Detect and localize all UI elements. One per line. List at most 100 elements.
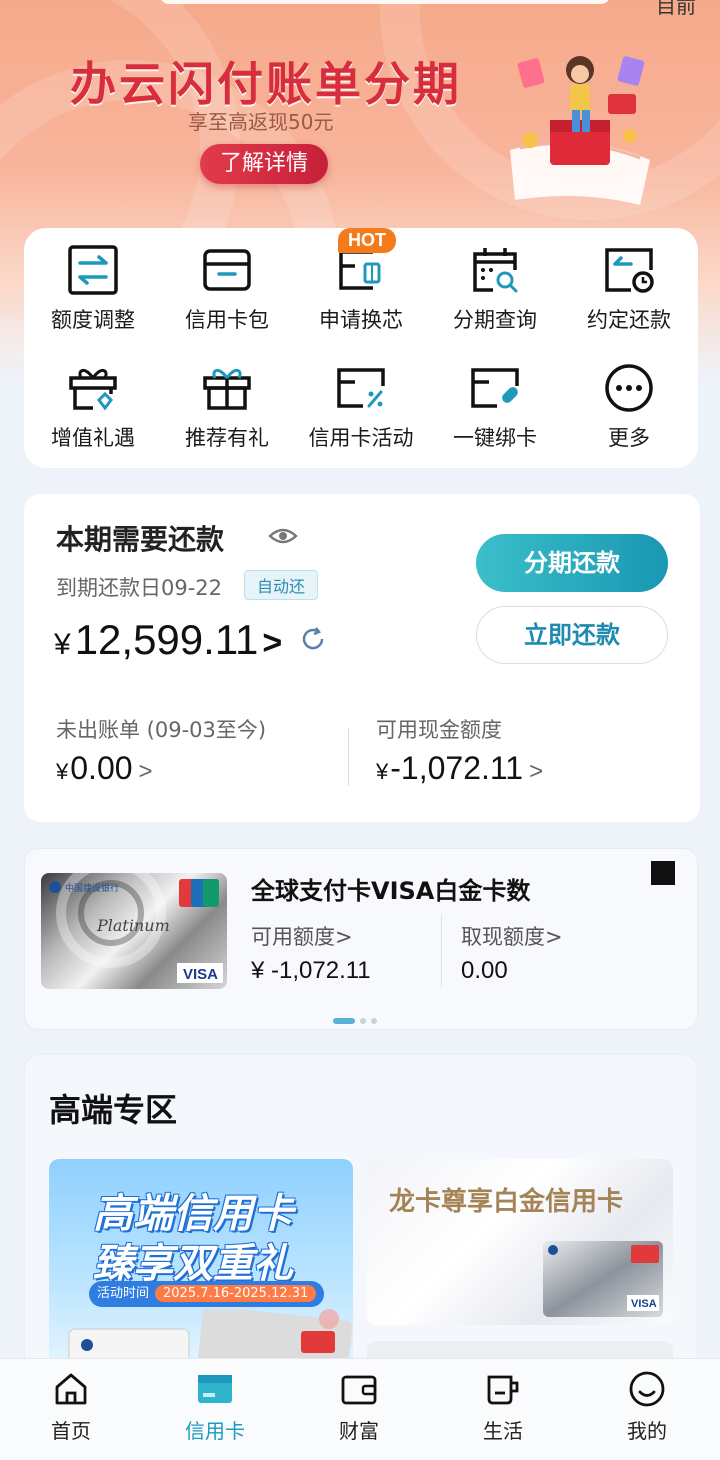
chevron-right-icon: > (138, 758, 153, 785)
tab-label: 首页 (51, 1419, 91, 1443)
dragon-card-image: VISA (543, 1241, 663, 1317)
chevron-right-icon: > (262, 624, 283, 662)
promo-date-value: 2025.7.16-2025.12.31 (155, 1285, 317, 1302)
eye-icon[interactable] (268, 526, 298, 546)
auto-repay-badge[interactable]: 自动还 (244, 570, 319, 600)
repayment-card: 本期需要还款 到期还款日09-22 自动还 ¥12,599.11 > 分期还款 立… (24, 494, 700, 822)
installment-repay-button[interactable]: 分期还款 (476, 534, 668, 592)
dragon-card-title: 龙卡尊享白金信用卡 (389, 1187, 624, 1217)
visa-logo: VISA (183, 966, 218, 983)
quick-label: 申请换芯 (319, 308, 403, 332)
tab-life[interactable]: 生活 (448, 1369, 558, 1444)
card-tier-text: Platinum (96, 916, 170, 935)
quick-scheduled-repay[interactable]: 约定还款 (562, 242, 696, 334)
quick-label: 约定还款 (587, 308, 671, 332)
repayment-title: 本期需要还款 (56, 523, 225, 556)
card-artwork: 中国建设银行 Platinum VISA (49, 873, 223, 983)
tab-credit-card[interactable]: 信用卡 (160, 1369, 270, 1444)
quick-label: 更多 (608, 426, 650, 450)
platinum-card-image[interactable]: 中国建设银行 Platinum VISA (41, 873, 227, 989)
referral-gift-icon (203, 369, 251, 410)
chevron-right-icon: > (529, 758, 544, 785)
tab-mine[interactable]: 我的 (592, 1369, 702, 1444)
amount-value: 12,599.11 (74, 616, 259, 663)
quick-label: 推荐有礼 (185, 426, 269, 450)
unbilled-label: 未出账单 (09-03至今) (56, 718, 267, 742)
available-limit-value: ¥ -1,072.11 (251, 957, 371, 984)
tab-label: 信用卡 (185, 1419, 245, 1443)
smile-icon (629, 1371, 665, 1407)
divider (348, 728, 349, 786)
credit-card-icon (198, 1375, 232, 1403)
premium-promo-tile[interactable]: 高端信用卡 臻享双重礼 活动时间 2025.7.16-2025.12.31 (49, 1159, 353, 1375)
quick-label: 信用卡包 (185, 308, 269, 332)
banner-title: 办云闪付账单分期 (70, 57, 462, 111)
banner-detail-button[interactable]: 了解详情 (200, 144, 328, 184)
tab-label: 生活 (483, 1419, 523, 1443)
quick-chip-replace[interactable]: 申请换芯 (294, 242, 428, 334)
bind-card-icon (471, 368, 519, 408)
quick-label: 增值礼遇 (51, 426, 135, 450)
credit-card-carousel[interactable]: 中国建设银行 Platinum VISA 全球支付卡VISA白金卡数 可用额度>… (24, 848, 698, 1030)
quick-limit-adjust[interactable]: 额度调整 (26, 242, 160, 334)
more-icon (605, 364, 653, 412)
card-bank-text: 中国建设银行 (65, 882, 119, 894)
quick-more[interactable]: 更多 (562, 360, 696, 452)
search-bar-edge[interactable] (160, 0, 610, 4)
bottom-tab-bar: 首页 信用卡 财富 生活 我的 (0, 1358, 720, 1460)
quick-installment-query[interactable]: 分期查询 (428, 242, 562, 334)
tab-wealth[interactable]: 财富 (304, 1369, 414, 1444)
banner-subtitle: 享至高返现50元 (188, 110, 334, 134)
cash-withdraw-label[interactable]: 取现额度> (461, 921, 563, 951)
cash-limit-label: 可用现金额度 (376, 718, 502, 742)
quick-card-wallet[interactable]: 信用卡包 (160, 242, 294, 334)
pager-dot[interactable] (333, 1018, 355, 1024)
tab-label: 财富 (339, 1419, 379, 1443)
top-right-label[interactable]: 目前 (656, 0, 696, 19)
available-limit-label[interactable]: 可用额度> (251, 921, 353, 951)
promo-date-badge: 活动时间 2025.7.16-2025.12.31 (89, 1281, 325, 1307)
unbilled-amount[interactable]: ¥0.00 > (56, 750, 153, 787)
quick-label: 额度调整 (51, 308, 135, 332)
scheduled-repay-icon (605, 248, 654, 293)
premium-zone: 高端专区 高端信用卡 臻享双重礼 活动时间 2025.7.16-2025.12.3… (24, 1054, 698, 1381)
overlay-square (651, 861, 675, 885)
carousel-pager[interactable] (333, 1009, 382, 1028)
quick-label: 一键绑卡 (453, 426, 537, 450)
limit-adjust-icon (68, 245, 118, 295)
refresh-icon[interactable] (300, 626, 326, 652)
card-promo-icon (337, 368, 385, 408)
quick-card-promo[interactable]: 信用卡活动 (294, 360, 428, 452)
unbilled-value: 0.00 (70, 750, 133, 786)
cash-withdraw-value: 0.00 (461, 957, 508, 984)
quick-bind-card[interactable]: 一键绑卡 (428, 360, 562, 452)
pay-now-button[interactable]: 立即还款 (476, 606, 668, 664)
quick-actions-panel: 额度调整 信用卡包 申请换芯 分期查询 约定还款 增值礼遇 推荐有礼 信用卡活动… (24, 228, 698, 468)
premium-title: 高端专区 (49, 1091, 178, 1129)
pager-dot[interactable] (360, 1018, 366, 1024)
card-name[interactable]: 全球支付卡VISA白金卡数 (251, 871, 551, 906)
card-wallet-icon (203, 249, 251, 291)
cash-limit-value: -1,072.11 (390, 750, 524, 786)
divider (441, 915, 442, 987)
pager-dot[interactable] (371, 1018, 377, 1024)
tab-home[interactable]: 首页 (16, 1369, 126, 1444)
shopping-girl-illustration (510, 56, 650, 205)
quick-label: 分期查询 (453, 308, 537, 332)
currency-symbol: ¥ (376, 759, 389, 784)
promo-date-label: 活动时间 (97, 1286, 150, 1301)
installment-query-icon (473, 248, 518, 293)
hot-badge: HOT (338, 228, 396, 253)
currency-symbol: ¥ (56, 759, 69, 784)
due-date: 到期还款日09-22 (56, 576, 223, 600)
gift-benefit-icon (69, 369, 117, 411)
quick-gift-benefit[interactable]: 增值礼遇 (26, 360, 160, 452)
quick-label: 信用卡活动 (308, 426, 414, 450)
dragon-card-tile[interactable]: 龙卡尊享白金信用卡 VISA (367, 1159, 673, 1325)
cup-icon (487, 1375, 519, 1405)
wallet-icon (341, 1375, 377, 1405)
repayment-amount[interactable]: ¥12,599.11 > (54, 616, 282, 664)
cash-limit-amount[interactable]: ¥-1,072.11 > (376, 750, 543, 787)
home-icon (55, 1373, 87, 1405)
quick-referral-gift[interactable]: 推荐有礼 (160, 360, 294, 452)
